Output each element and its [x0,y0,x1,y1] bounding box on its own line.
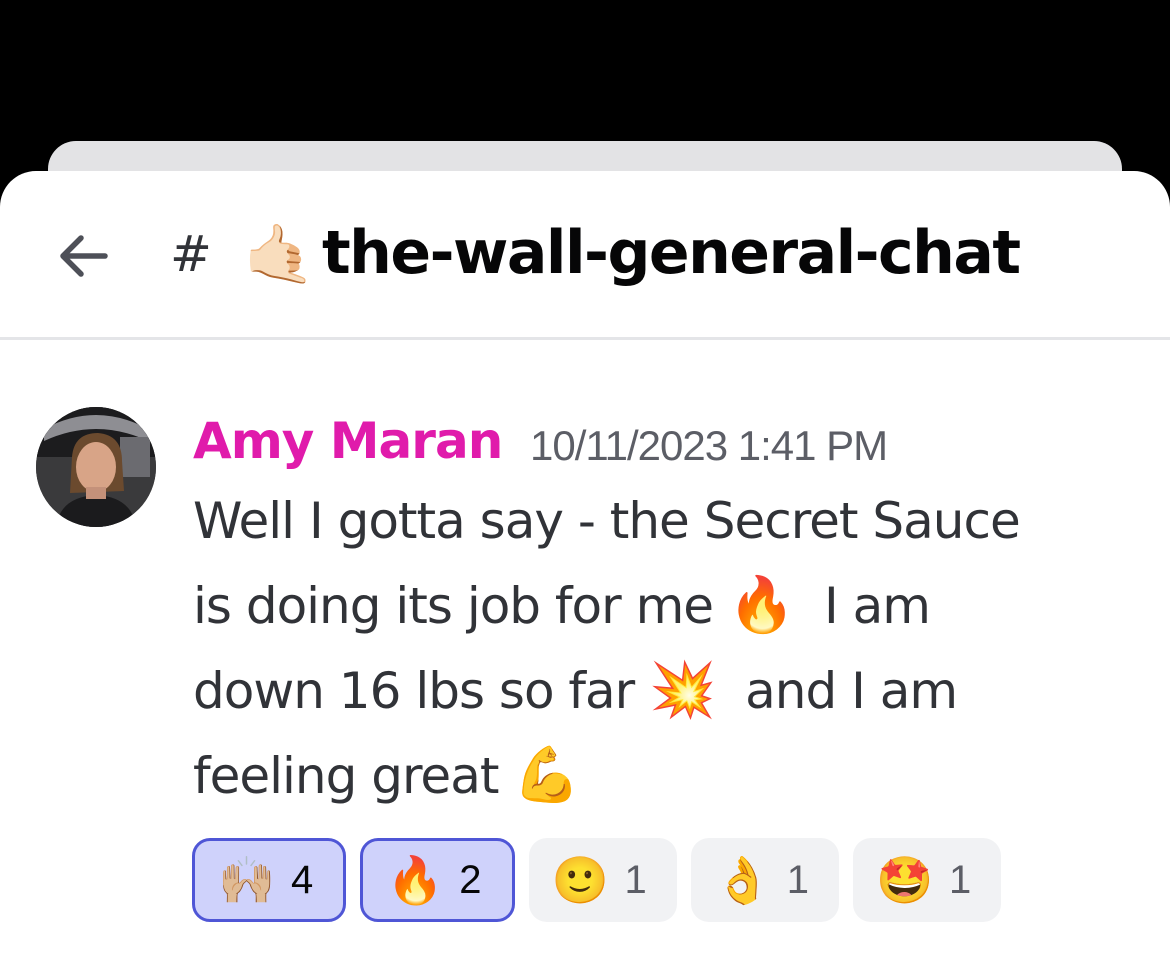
message-text: is doing its job for me [193,577,728,635]
fire-emoji: 🔥 [386,853,444,907]
message-text: I am [794,577,931,635]
avatar-photo-icon [36,407,156,527]
raising-hands-emoji: 🙌🏼 [218,853,276,907]
flexed-biceps-emoji: 💪 [513,743,580,806]
back-button[interactable] [50,223,116,289]
message-line: feeling great 💪 [193,733,1123,818]
ok-hand-emoji: 👌 [714,853,772,907]
channel-title[interactable]: the-wall-general-chat [322,217,1021,289]
message-text: and I am [715,662,958,720]
reaction-fire[interactable]: 🔥 2 [360,838,515,922]
slight-smile-emoji: 🙂 [551,853,610,907]
reaction-raising-hands[interactable]: 🙌🏼 4 [192,838,347,922]
message-text: down 16 lbs so far [193,662,650,720]
collision-emoji: 💥 [649,658,716,721]
channel-sheet: # 🤙🏻 the-wall-general-chat Amy Maran 10/… [0,171,1170,971]
fire-emoji: 🔥 [727,573,795,636]
message-content: Well I gotta say - the Secret Sauce is d… [193,480,1123,818]
reaction-star-struck[interactable]: 🤩 1 [853,838,1002,922]
reaction-count: 1 [624,857,647,902]
channel-header: # 🤙🏻 the-wall-general-chat [0,171,1170,340]
reaction-count: 2 [459,857,482,902]
message-item: Amy Maran 10/11/2023 1:41 PM Well I gott… [0,340,1170,971]
author-name[interactable]: Amy Maran [193,410,503,472]
channel-emoji: 🤙🏻 [243,220,316,288]
screen: # 🤙🏻 the-wall-general-chat Amy Maran 10/… [0,0,1170,971]
reaction-count: 4 [291,857,314,902]
arrow-left-icon [60,235,108,277]
message-text: Well I gotta say - the Secret Sauce [193,492,1021,550]
reactions-bar: 🙌🏼 4 🔥 2 🙂 1 👌 1 🤩 1 [192,838,1002,922]
message-timestamp: 10/11/2023 1:41 PM [530,422,888,469]
reaction-count: 1 [786,857,809,902]
user-avatar[interactable] [36,407,156,527]
message-line: down 16 lbs so far 💥 and I am [193,648,1123,733]
reaction-slight-smile[interactable]: 🙂 1 [528,838,677,922]
message-line: is doing its job for me 🔥 I am [193,563,1123,648]
message-text: feeling great [193,747,514,805]
message-line: Well I gotta say - the Secret Sauce [193,480,1123,563]
channel-hash-icon: # [170,225,212,283]
reaction-ok-hand[interactable]: 👌 1 [690,838,839,922]
reaction-count: 1 [949,857,972,902]
star-struck-emoji: 🤩 [876,853,934,907]
